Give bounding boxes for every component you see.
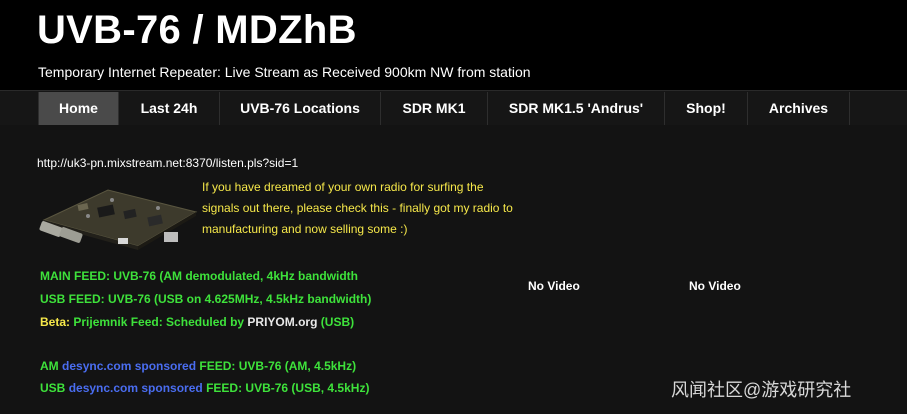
nav-item-home[interactable]: Home: [38, 92, 119, 125]
video-player-2: No Video: [689, 279, 741, 293]
promo-text[interactable]: If you have dreamed of your own radio fo…: [202, 177, 522, 240]
usb-sponsored-feed-line: USB desync.com sponsored FEED: UVB-76 (U…: [40, 381, 369, 395]
site-header: UVB-76 / MDZhB Temporary Internet Repeat…: [0, 0, 907, 90]
nav-item-shop[interactable]: Shop!: [665, 92, 748, 125]
video-player-1: No Video: [528, 279, 580, 293]
main-feed-link[interactable]: MAIN FEED: UVB-76 (AM demodulated, 4kHz …: [40, 269, 358, 283]
main-nav: Home Last 24h UVB-76 Locations SDR MK1 S…: [0, 90, 907, 125]
beta-label: Beta:: [40, 315, 71, 329]
nav-item-sdr-mk1[interactable]: SDR MK1: [381, 92, 488, 125]
nav-item-archives[interactable]: Archives: [748, 92, 850, 125]
priyom-link[interactable]: PRIYOM.org: [247, 315, 317, 329]
site-title[interactable]: UVB-76 / MDZhB: [37, 8, 357, 53]
usb-feed-link[interactable]: USB FEED: UVB-76 (USB on 4.625MHz, 4.5kH…: [40, 292, 371, 306]
am-sponsored-feed-line: AM desync.com sponsored FEED: UVB-76 (AM…: [40, 359, 356, 373]
radio-board-image[interactable]: [38, 180, 198, 252]
usb-sponsored-feed-link[interactable]: FEED: UVB-76 (USB, 4.5kHz): [206, 381, 369, 395]
beta-feed-line: Beta: Prijemnik Feed: Scheduled by PRIYO…: [40, 315, 354, 329]
prijemnik-feed-link[interactable]: Prijemnik Feed: Scheduled by: [73, 315, 244, 329]
am-sponsored-feed-link[interactable]: FEED: UVB-76 (AM, 4.5kHz): [199, 359, 356, 373]
watermark: 风闻社区@游戏研究社: [671, 380, 852, 400]
usb-sponsor-link[interactable]: desync.com sponsored: [69, 381, 203, 395]
nav-item-locations[interactable]: UVB-76 Locations: [220, 92, 381, 125]
nav-item-sdr-mk15[interactable]: SDR MK1.5 'Andrus': [488, 92, 665, 125]
beta-mode-label: (USB): [320, 315, 355, 329]
stream-url-link[interactable]: http://uk3-pn.mixstream.net:8370/listen.…: [37, 156, 298, 170]
site-tagline: Temporary Internet Repeater: Live Stream…: [38, 64, 531, 80]
am-sponsor-link[interactable]: desync.com sponsored: [62, 359, 196, 373]
am-label: AM: [40, 359, 59, 373]
nav-item-last-24h[interactable]: Last 24h: [119, 92, 220, 125]
usb-label: USB: [40, 381, 66, 395]
